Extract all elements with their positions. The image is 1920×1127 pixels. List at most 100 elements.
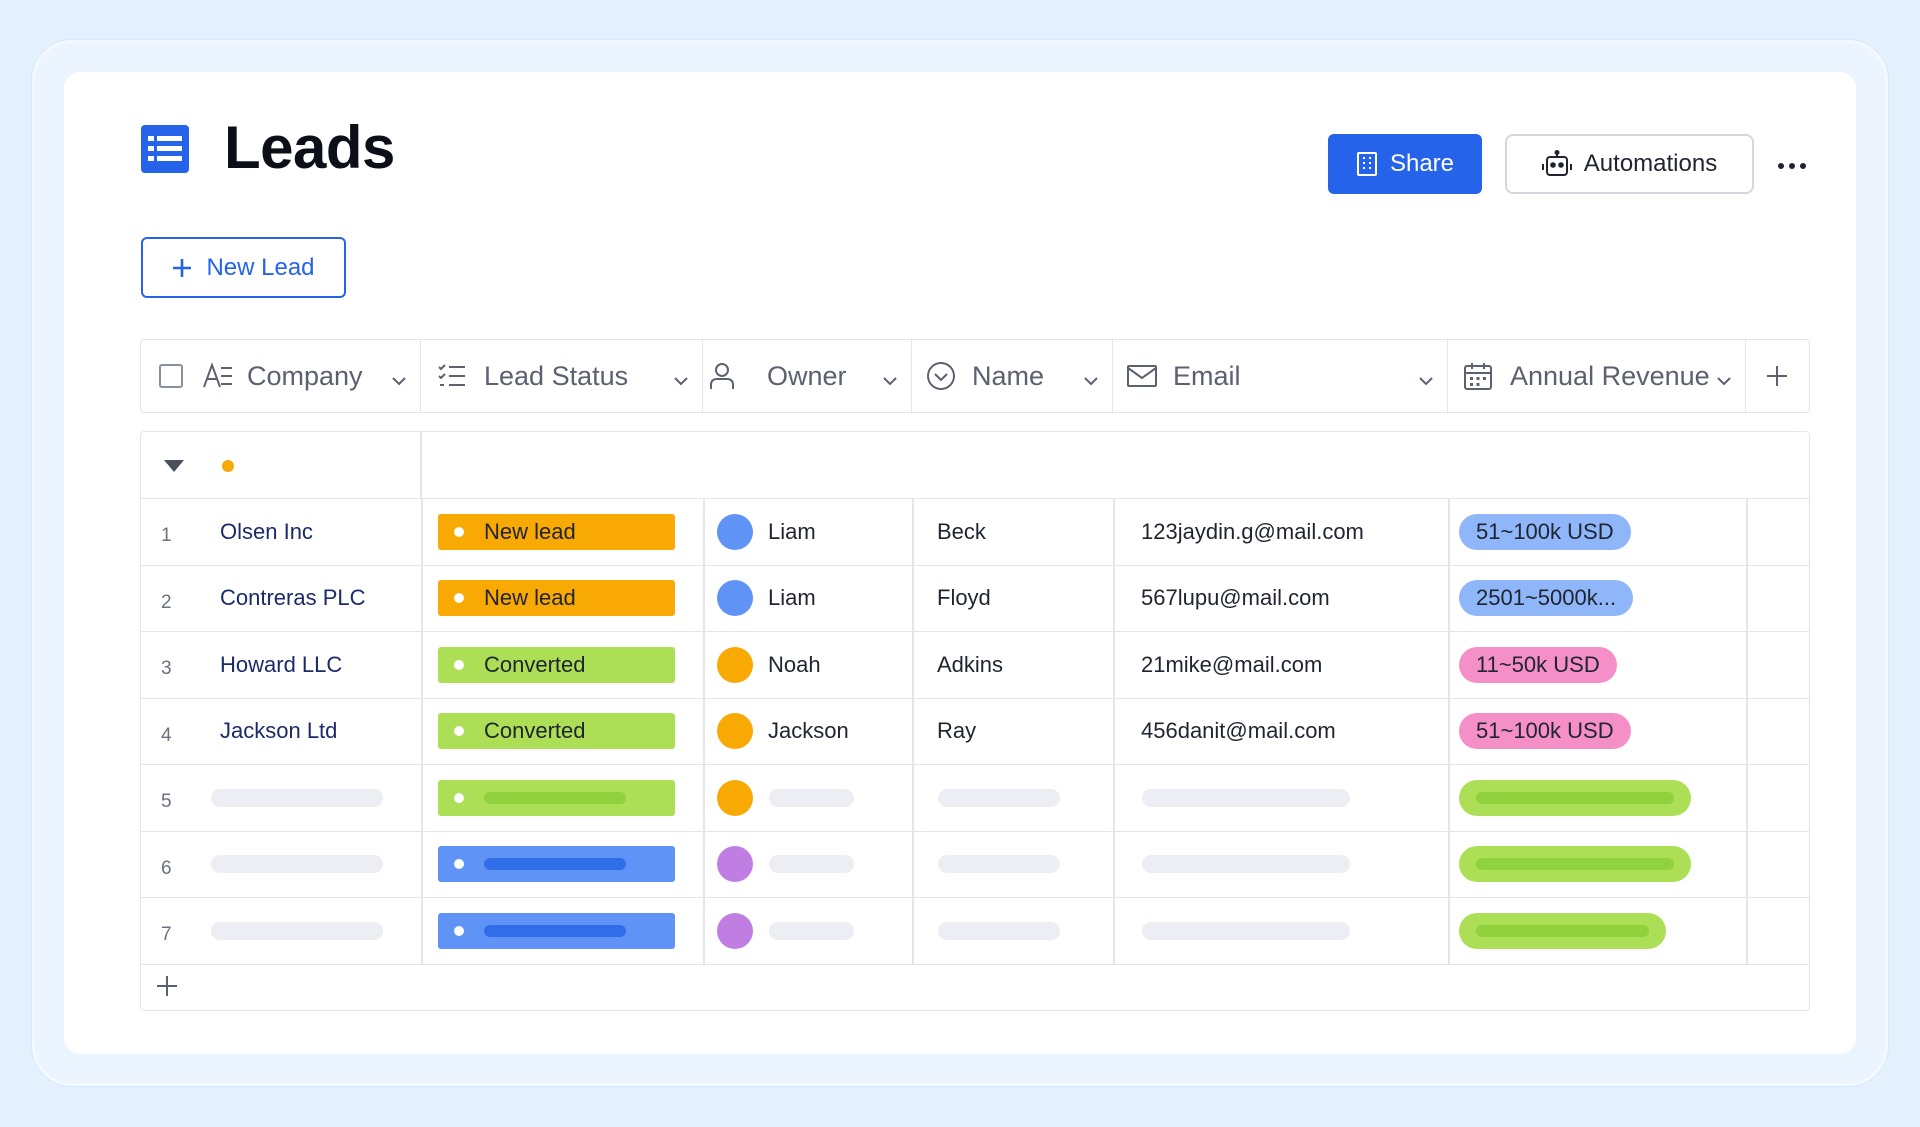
avatar xyxy=(717,713,753,750)
email-cell[interactable]: 123jaydin.g@mail.com xyxy=(1141,499,1364,565)
email-cell[interactable] xyxy=(1142,832,1350,898)
name-cell[interactable] xyxy=(938,832,1060,898)
table-header: Company Lead Status Owner Name Email Ann… xyxy=(140,339,1810,413)
revenue-badge: 11~50k USD xyxy=(1459,646,1617,683)
company-cell[interactable]: Olsen Inc xyxy=(220,499,313,565)
status-badge xyxy=(438,912,675,949)
add-column-button[interactable] xyxy=(1746,340,1808,412)
automations-button[interactable]: Automations xyxy=(1505,134,1754,194)
table-row[interactable]: 7 xyxy=(141,898,1809,965)
select-all-checkbox[interactable] xyxy=(159,364,183,388)
column-header-name[interactable]: Name xyxy=(912,340,1113,412)
lead-status-cell[interactable] xyxy=(438,898,675,964)
status-badge: Converted xyxy=(438,646,675,683)
skeleton-placeholder xyxy=(1476,791,1674,804)
share-button[interactable]: Share xyxy=(1328,134,1482,194)
column-label: Email xyxy=(1173,360,1241,391)
column-header-email[interactable]: Email xyxy=(1113,340,1448,412)
status-dot xyxy=(454,859,464,870)
name-cell[interactable] xyxy=(938,898,1060,964)
chevron-down-icon[interactable] xyxy=(672,366,690,397)
email-cell[interactable]: 456danit@mail.com xyxy=(1141,699,1336,765)
mail-icon xyxy=(1127,364,1157,388)
company-name: Olsen Inc xyxy=(220,518,313,544)
annual-revenue-cell[interactable] xyxy=(1459,765,1691,831)
annual-revenue-cell[interactable] xyxy=(1459,832,1691,898)
revenue-badge xyxy=(1459,846,1691,883)
owner-cell[interactable]: Liam xyxy=(717,499,816,565)
chevron-down-icon[interactable] xyxy=(881,366,899,397)
annual-revenue-cell[interactable] xyxy=(1459,898,1666,964)
check-circle-icon xyxy=(926,361,956,391)
lead-status-cell[interactable] xyxy=(438,765,675,831)
table-row[interactable]: 4 Jackson Ltd Converted Jackson Ray 456d… xyxy=(141,698,1809,765)
status-badge xyxy=(438,779,675,816)
lead-status-cell[interactable]: New lead xyxy=(438,566,675,632)
group-row xyxy=(141,432,1809,499)
owner-cell[interactable]: Jackson xyxy=(717,699,849,765)
skeleton-placeholder xyxy=(938,788,1060,807)
lead-status-cell[interactable]: Converted xyxy=(438,632,675,698)
chevron-down-icon[interactable] xyxy=(1082,366,1100,397)
lead-status-cell[interactable] xyxy=(438,832,675,898)
skeleton-placeholder xyxy=(1476,858,1674,871)
column-header-lead-status[interactable]: Lead Status xyxy=(421,340,703,412)
lead-status-cell[interactable]: Converted xyxy=(438,699,675,765)
company-cell[interactable] xyxy=(211,765,383,831)
column-header-annual-revenue[interactable]: Annual Revenue xyxy=(1448,340,1746,412)
add-row-button[interactable] xyxy=(141,962,1809,1010)
column-header-company[interactable]: Company xyxy=(141,340,421,412)
name-cell[interactable]: Beck xyxy=(937,499,986,565)
revenue-badge: 2501~5000k... xyxy=(1459,580,1634,617)
revenue-badge xyxy=(1459,912,1666,949)
column-header-owner[interactable]: Owner xyxy=(703,340,912,412)
table-row[interactable]: 3 Howard LLC Converted Noah Adkins 21mik… xyxy=(141,632,1809,699)
status-dot xyxy=(454,792,464,803)
name-cell[interactable]: Floyd xyxy=(937,566,991,632)
plus-icon xyxy=(172,258,192,278)
chevron-down-icon[interactable] xyxy=(1715,366,1733,397)
skeleton-placeholder xyxy=(211,788,383,807)
plus-icon xyxy=(156,975,178,997)
annual-revenue-cell[interactable]: 51~100k USD xyxy=(1459,499,1631,565)
skeleton-placeholder xyxy=(211,921,383,940)
company-cell[interactable] xyxy=(211,832,383,898)
email-cell[interactable] xyxy=(1142,765,1350,831)
caret-down-icon[interactable] xyxy=(163,459,185,473)
skeleton-placeholder xyxy=(769,855,854,874)
checklist-icon xyxy=(438,363,466,389)
company-cell[interactable]: Howard LLC xyxy=(220,632,342,698)
row-number: 1 xyxy=(161,525,172,546)
company-cell[interactable]: Contreras PLC xyxy=(220,566,366,632)
name-cell[interactable]: Adkins xyxy=(937,632,1003,698)
chevron-down-icon[interactable] xyxy=(1417,366,1435,397)
status-dot xyxy=(454,659,464,670)
list-icon xyxy=(141,125,189,173)
table-row[interactable]: 1 Olsen Inc New lead Liam Beck 123jaydin… xyxy=(141,499,1809,566)
table-row[interactable]: 5 xyxy=(141,765,1809,832)
annual-revenue-cell[interactable]: 51~100k USD xyxy=(1459,699,1631,765)
company-cell[interactable] xyxy=(211,898,383,964)
chevron-down-icon[interactable] xyxy=(390,366,408,397)
owner-cell[interactable]: Liam xyxy=(717,566,816,632)
owner-cell[interactable] xyxy=(717,765,854,831)
row-number: 6 xyxy=(161,857,172,879)
more-options-button[interactable] xyxy=(1774,148,1810,184)
dot-icon xyxy=(1800,163,1806,169)
annual-revenue-cell[interactable]: 11~50k USD xyxy=(1459,632,1617,698)
email-cell[interactable] xyxy=(1142,898,1350,964)
new-lead-button[interactable]: New Lead xyxy=(141,237,346,298)
owner-cell[interactable]: Noah xyxy=(717,632,821,698)
name-cell[interactable]: Ray xyxy=(937,699,976,765)
robot-icon xyxy=(1541,150,1572,178)
email-cell[interactable]: 21mike@mail.com xyxy=(1141,632,1322,698)
lead-status-cell[interactable]: New lead xyxy=(438,499,675,565)
name-cell[interactable] xyxy=(938,765,1060,831)
table-row[interactable]: 2 Contreras PLC New lead Liam Floyd 567l… xyxy=(141,565,1809,632)
owner-cell[interactable] xyxy=(717,832,854,898)
table-row[interactable]: 6 xyxy=(141,831,1809,898)
owner-cell[interactable] xyxy=(717,898,854,964)
annual-revenue-cell[interactable]: 2501~5000k... xyxy=(1459,566,1634,632)
company-cell[interactable]: Jackson Ltd xyxy=(220,699,337,765)
email-cell[interactable]: 567lupu@mail.com xyxy=(1141,566,1330,632)
